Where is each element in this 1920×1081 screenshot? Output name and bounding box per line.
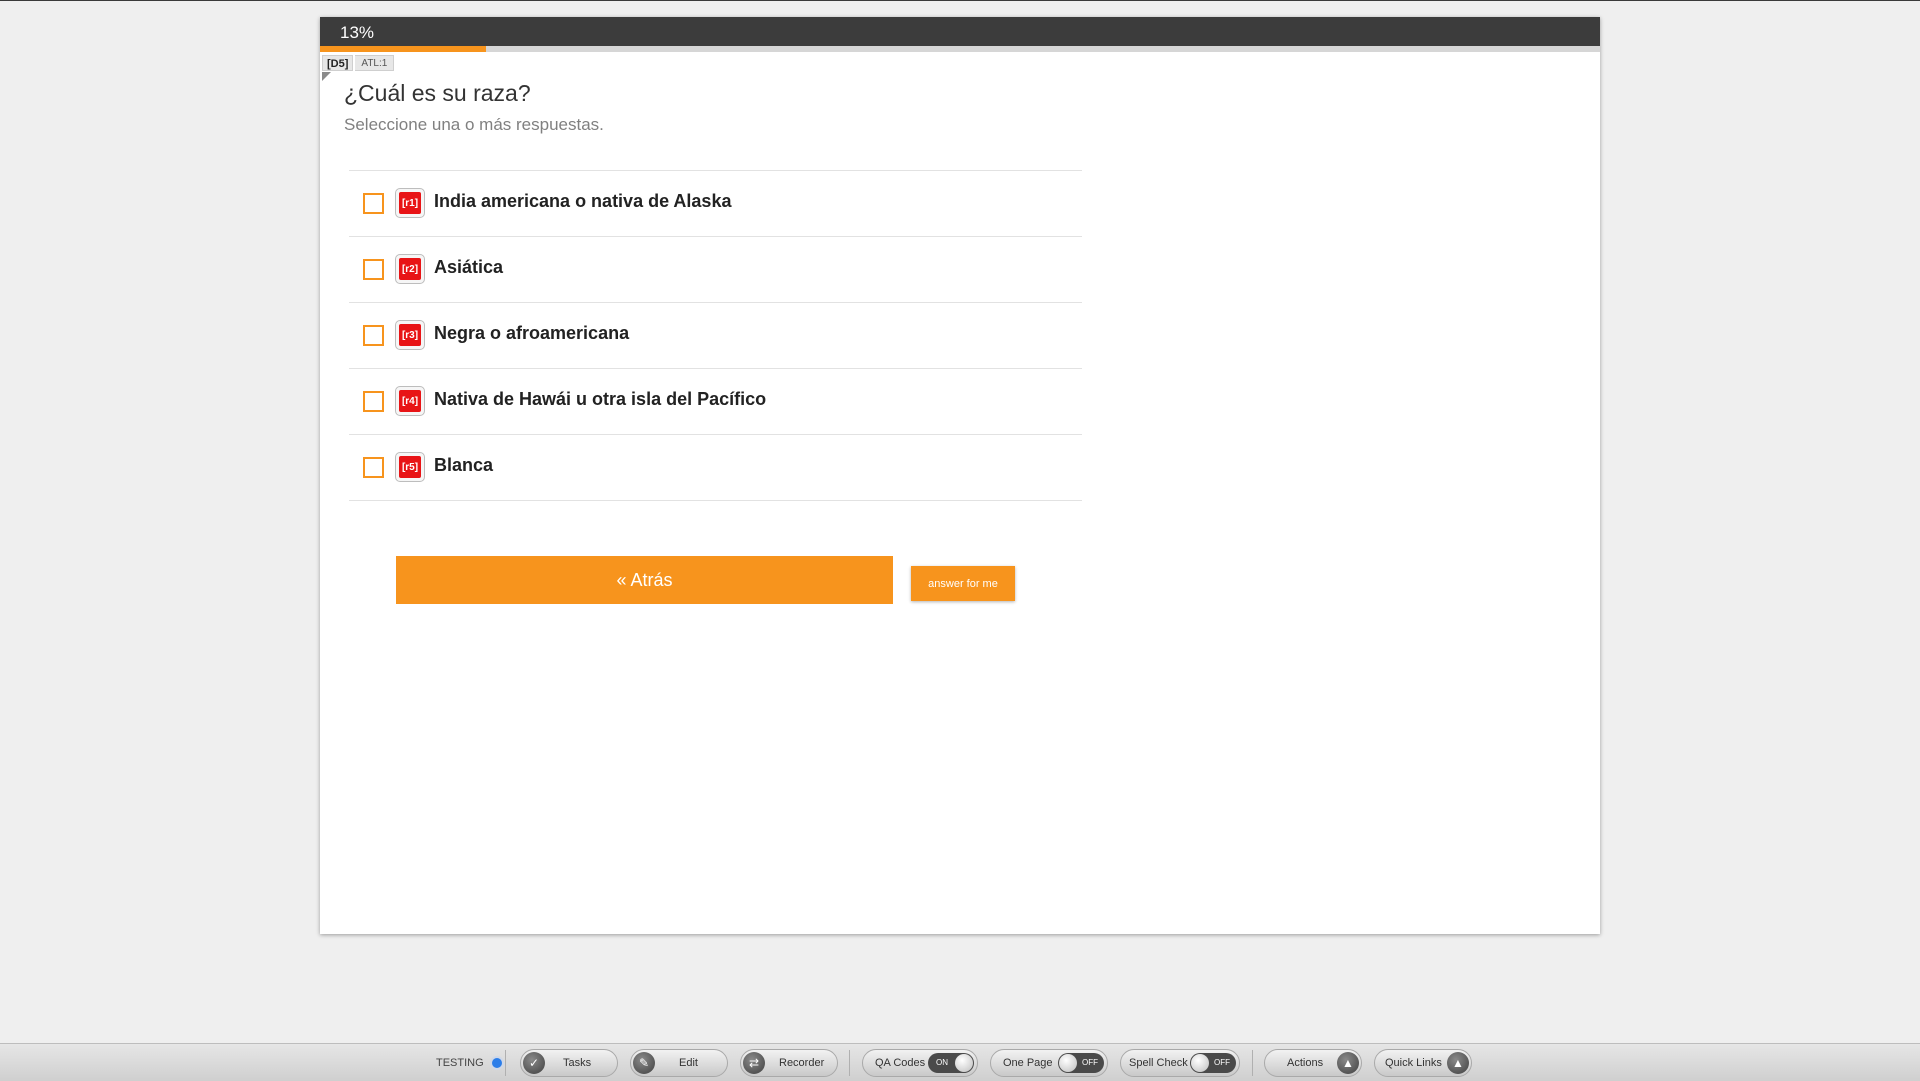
option-row-r1[interactable]: [r1] India americana o nativa de Alaska	[349, 171, 1082, 237]
option-label[interactable]: Nativa de Hawái u otra isla del Pacífico	[434, 389, 766, 410]
option-label[interactable]: Negra o afroamericana	[434, 323, 629, 344]
qa-codes-label: QA Codes	[875, 1057, 926, 1069]
question-code: [D5]	[322, 55, 354, 71]
up-triangle-icon: ▲	[1337, 1052, 1359, 1074]
back-button[interactable]: « Atrás	[396, 556, 893, 604]
question-instruction: Seleccione una o más respuestas.	[344, 115, 604, 134]
recorder-button[interactable]: ⇄ Recorder	[740, 1049, 838, 1077]
actions-button[interactable]: Actions ▲	[1264, 1049, 1362, 1077]
recorder-icon: ⇄	[743, 1052, 765, 1074]
window-top-border	[0, 0, 1920, 1]
option-row-r3[interactable]: [r3] Negra o afroamericana	[349, 303, 1082, 369]
toolbar-separator	[1252, 1050, 1253, 1076]
edit-button[interactable]: ✎ Edit	[630, 1049, 728, 1077]
tasks-button[interactable]: ✓ Tasks	[520, 1049, 618, 1077]
question-tag-pointer	[322, 72, 331, 81]
option-code: [r4]	[399, 390, 421, 412]
tasks-label: Tasks	[563, 1057, 592, 1069]
option-code-badge: [r2]	[395, 254, 425, 284]
testing-status-dot	[489, 1056, 504, 1070]
qa-codes-state: ON	[936, 1058, 948, 1067]
quick-links-button[interactable]: Quick Links ▲	[1374, 1049, 1472, 1077]
option-checkbox[interactable]	[363, 457, 384, 478]
progress-fill	[320, 46, 487, 52]
answer-options: [r1] India americana o nativa de Alaska …	[349, 170, 1082, 501]
option-checkbox[interactable]	[363, 325, 384, 346]
spell-check-toggle[interactable]: Spell Check OFF	[1120, 1049, 1240, 1077]
option-code-badge: [r4]	[395, 386, 425, 416]
qa-codes-toggle[interactable]: QA Codes ON	[862, 1049, 978, 1077]
question-title: ¿Cuál es su raza?	[344, 80, 531, 106]
option-code-badge: [r3]	[395, 320, 425, 350]
option-row-r2[interactable]: [r2] Asiática	[349, 237, 1082, 303]
progress-percent: 13%	[340, 23, 375, 42]
one-page-label: One Page	[1003, 1057, 1053, 1069]
one-page-state: OFF	[1082, 1058, 1098, 1067]
spell-check-state: OFF	[1214, 1058, 1230, 1067]
testing-label: TESTING	[436, 1057, 484, 1069]
testing-indicator: TESTING	[436, 1056, 504, 1070]
option-checkbox[interactable]	[363, 259, 384, 280]
option-label[interactable]: Blanca	[434, 455, 493, 476]
spell-check-switch[interactable]: OFF	[1190, 1053, 1236, 1073]
option-code: [r2]	[399, 258, 421, 280]
one-page-switch[interactable]: OFF	[1058, 1053, 1104, 1073]
recorder-label: Recorder	[779, 1057, 825, 1069]
option-code: [r3]	[399, 324, 421, 346]
toolbar-separator	[849, 1050, 850, 1076]
option-checkbox[interactable]	[363, 193, 384, 214]
survey-card: 13% [D5] ATL:1 ¿Cuál es su raza? Selecci…	[320, 17, 1600, 934]
option-label[interactable]: India americana o nativa de Alaska	[434, 191, 731, 212]
option-row-r4[interactable]: [r4] Nativa de Hawái u otra isla del Pac…	[349, 369, 1082, 435]
answer-for-me-button[interactable]: answer for me	[911, 566, 1015, 601]
toggle-knob	[1059, 1054, 1077, 1072]
option-code: [r5]	[399, 456, 421, 478]
option-code: [r1]	[399, 192, 421, 214]
qa-codes-switch[interactable]: ON	[928, 1053, 974, 1073]
edit-label: Edit	[679, 1057, 698, 1069]
actions-label: Actions	[1287, 1057, 1324, 1069]
edit-icon: ✎	[633, 1052, 655, 1074]
one-page-toggle[interactable]: One Page OFF	[990, 1049, 1108, 1077]
question-atl: ATL:1	[355, 55, 395, 71]
toolbar-separator	[505, 1050, 506, 1076]
progress-track	[320, 46, 1600, 52]
option-checkbox[interactable]	[363, 391, 384, 412]
up-triangle-icon: ▲	[1447, 1052, 1469, 1074]
quick-links-label: Quick Links	[1385, 1057, 1442, 1069]
option-label[interactable]: Asiática	[434, 257, 503, 278]
option-code-badge: [r5]	[395, 452, 425, 482]
testing-toolbar: TESTING ✓ Tasks ✎ Edit ⇄ Recorder QA Cod…	[0, 1043, 1920, 1081]
option-row-r5[interactable]: [r5] Blanca	[349, 435, 1082, 501]
checkmark-icon: ✓	[523, 1052, 545, 1074]
spell-check-label: Spell Check	[1129, 1057, 1188, 1069]
toggle-knob	[955, 1054, 973, 1072]
progress-header: 13%	[320, 17, 1600, 46]
question-tag: [D5] ATL:1	[322, 55, 395, 71]
toggle-knob	[1191, 1054, 1209, 1072]
option-code-badge: [r1]	[395, 188, 425, 218]
